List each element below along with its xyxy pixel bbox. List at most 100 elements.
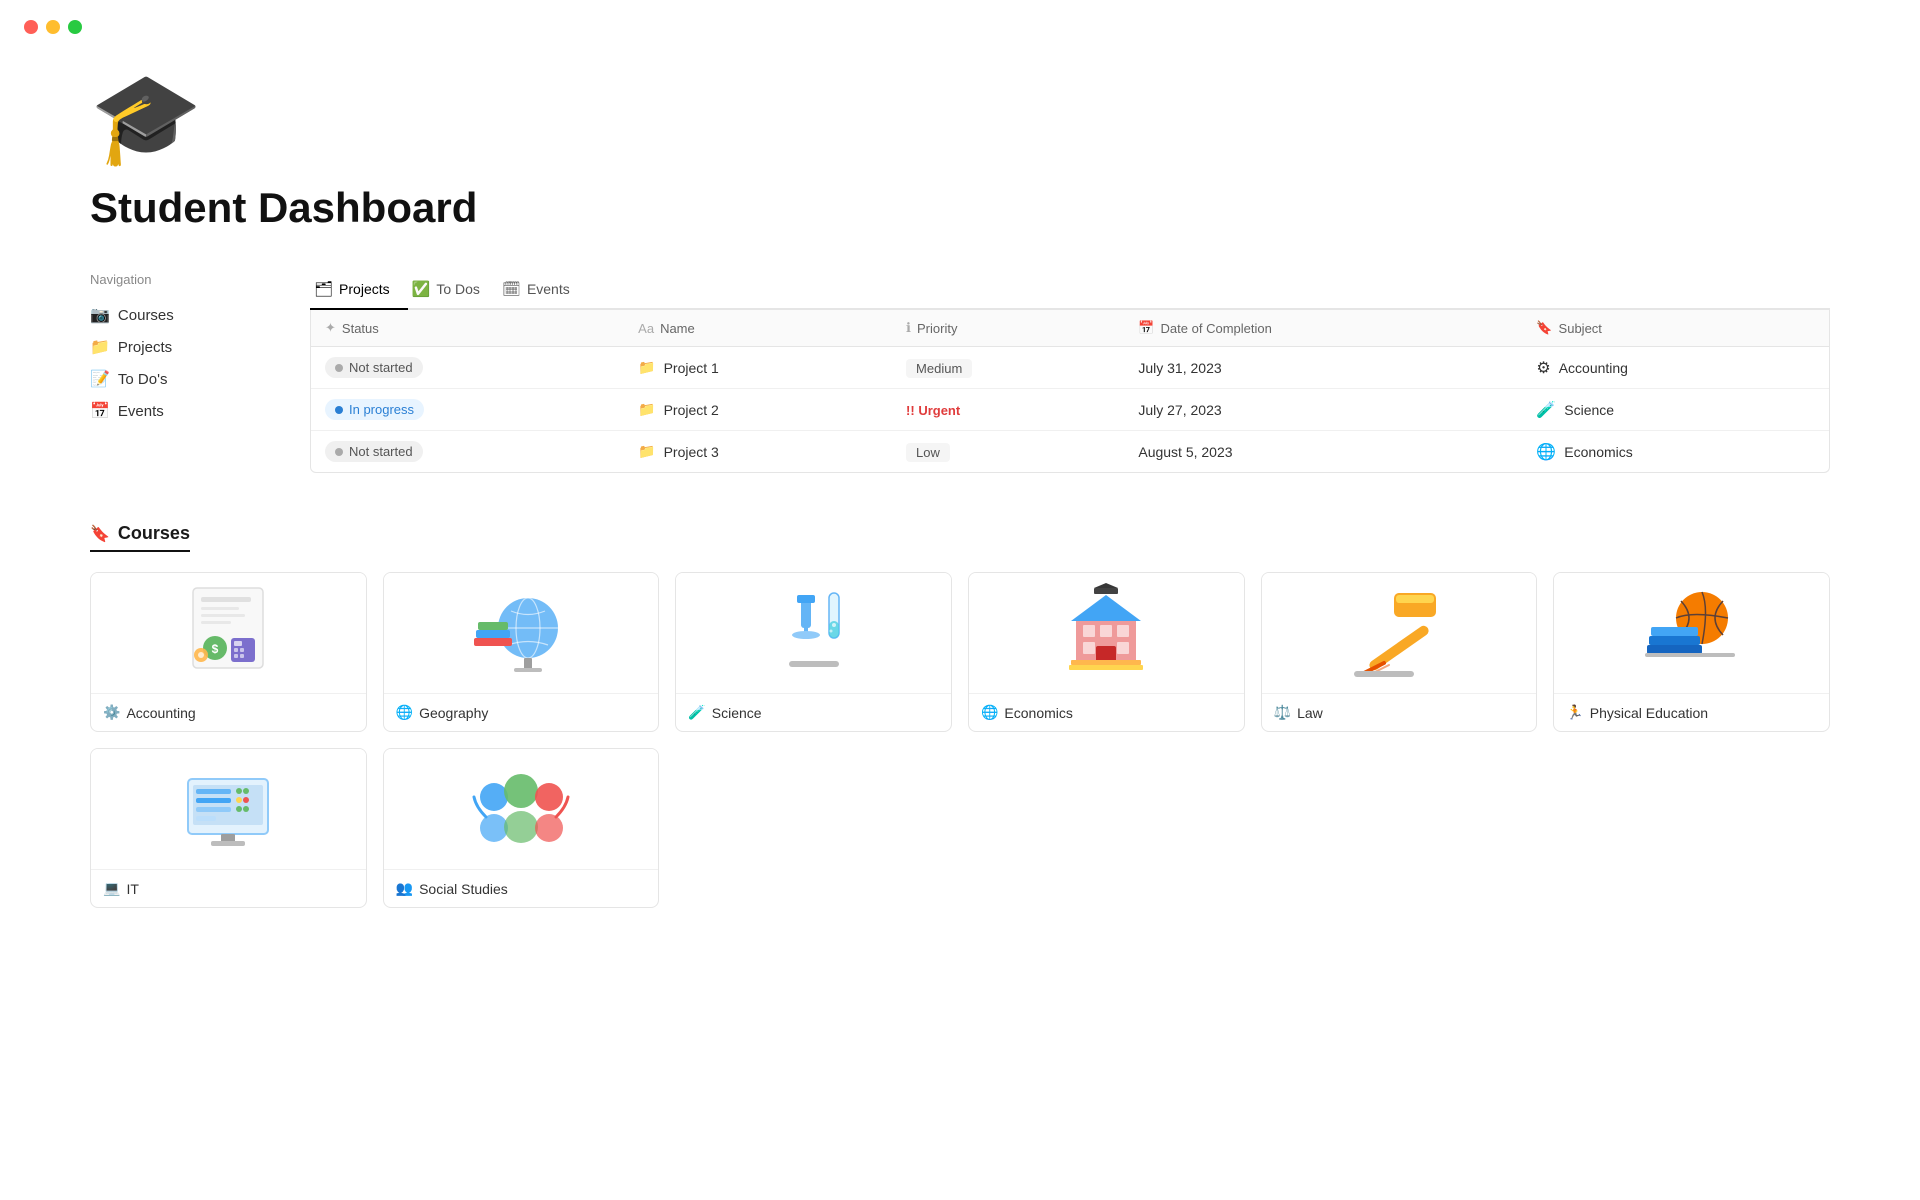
course-card-it[interactable]: 💻 IT: [90, 748, 367, 908]
course-card-science[interactable]: 🧪 Science: [675, 572, 952, 732]
subject-icon: 🧪: [1536, 400, 1556, 420]
status-col-icon: ✦: [325, 320, 336, 336]
date-cell: July 27, 2023: [1124, 389, 1522, 431]
course-card-social[interactable]: 👥 Social Studies: [383, 748, 660, 908]
name-cell: 📁 Project 2: [624, 389, 892, 431]
science-card-label: Science: [712, 705, 762, 721]
page-icon: 🎓: [90, 74, 1830, 164]
name-icon: 📁: [638, 359, 655, 376]
course-card-law[interactable]: ⚖️ Law: [1261, 572, 1538, 732]
name-icon: 📁: [638, 443, 655, 460]
law-card-icon: ⚖️: [1274, 704, 1291, 721]
priority-badge: Low: [906, 443, 950, 462]
courses-section-title: Courses: [118, 523, 190, 544]
economics-card-icon: 🌐: [981, 704, 998, 721]
table-row[interactable]: Not started 📁 Project 1 Medium July 31, 2…: [311, 347, 1829, 389]
sidebar-item-projects[interactable]: 📁 Projects: [90, 331, 250, 363]
date-cell: July 31, 2023: [1124, 347, 1522, 389]
social-card-icon: 👥: [396, 880, 413, 897]
courses-grid-row2: 💻 IT: [90, 748, 1830, 908]
tab-projects[interactable]: 🗂 Projects: [310, 272, 408, 310]
tab-todos[interactable]: ✅ To Dos: [408, 272, 498, 310]
events-icon: 📅: [90, 401, 110, 421]
table-row[interactable]: In progress 📁 Project 2 !! Urgent July 27…: [311, 389, 1829, 431]
projects-tab-label: Projects: [339, 281, 390, 297]
status-dot: [335, 364, 343, 372]
course-card-pe[interactable]: 🏃 Physical Education: [1553, 572, 1830, 732]
accounting-card-icon: ⚙️: [103, 704, 120, 721]
subject-icon: ⚙: [1536, 358, 1550, 378]
name-icon: 📁: [638, 401, 655, 418]
projects-table: ✦ Status Aa Name: [310, 310, 1830, 473]
close-button[interactable]: [24, 20, 38, 34]
priority-badge: !! Urgent: [906, 403, 960, 418]
courses-label: Courses: [118, 307, 174, 324]
project-name: Project 2: [664, 402, 719, 418]
events-label: Events: [118, 403, 164, 420]
col-priority: ℹ Priority: [892, 310, 1124, 347]
minimize-button[interactable]: [46, 20, 60, 34]
social-card-label: Social Studies: [419, 881, 508, 897]
courses-grid-row1: $ ⚙️ Accounting: [90, 572, 1830, 732]
geography-card-icon: 🌐: [396, 704, 413, 721]
courses-icon: 📷: [90, 305, 110, 325]
subject-name: Accounting: [1559, 360, 1628, 376]
course-card-economics[interactable]: 🌐 Economics: [968, 572, 1245, 732]
tab-bar: 🗂 Projects ✅ To Dos 🗓 Events: [310, 272, 1830, 310]
subject-name: Economics: [1564, 444, 1632, 460]
status-badge: In progress: [325, 399, 424, 420]
sidebar-item-events[interactable]: 📅 Events: [90, 395, 250, 427]
economics-card-label: Economics: [1004, 705, 1072, 721]
status-badge: Not started: [325, 357, 423, 378]
law-card-label: Law: [1297, 705, 1323, 721]
status-cell: Not started: [311, 347, 624, 389]
courses-section: 🔖 Courses $: [90, 523, 1830, 908]
col-status: ✦ Status: [311, 310, 624, 347]
sidebar-item-todos[interactable]: 📝 To Do's: [90, 363, 250, 395]
subject-cell: 🌐 Economics: [1522, 431, 1829, 473]
sidebar-label: Navigation: [90, 272, 250, 287]
accounting-card-label: Accounting: [126, 705, 195, 721]
status-dot: [335, 448, 343, 456]
subject-col-icon: 🔖: [1536, 320, 1552, 336]
table-row[interactable]: Not started 📁 Project 3 LowAugust 5, 202…: [311, 431, 1829, 473]
todos-tab-icon: ✅: [412, 280, 431, 298]
date-col-icon: 📅: [1138, 320, 1154, 336]
projects-label: Projects: [118, 339, 172, 356]
col-name: Aa Name: [624, 310, 892, 347]
col-subject: 🔖 Subject: [1522, 310, 1829, 347]
project-name: Project 1: [664, 360, 719, 376]
sidebar: Navigation 📷 Courses 📁 Projects 📝 To Do'…: [90, 272, 250, 473]
projects-tab-icon: 🗂: [314, 280, 333, 298]
maximize-button[interactable]: [68, 20, 82, 34]
courses-section-icon: 🔖: [90, 524, 110, 544]
events-tab-label: Events: [527, 281, 570, 297]
status-cell: Not started: [311, 431, 624, 473]
window-controls: [0, 0, 1920, 54]
priority-col-icon: ℹ: [906, 320, 911, 336]
it-card-label: IT: [126, 881, 138, 897]
status-dot: [335, 406, 343, 414]
status-badge: Not started: [325, 441, 423, 462]
subject-icon: 🌐: [1536, 442, 1556, 462]
priority-cell: Low: [892, 431, 1124, 473]
projects-icon: 📁: [90, 337, 110, 357]
name-cell: 📁 Project 3: [624, 431, 892, 473]
priority-cell: !! Urgent: [892, 389, 1124, 431]
course-card-geography[interactable]: 🌐 Geography: [383, 572, 660, 732]
tab-events[interactable]: 🗓 Events: [498, 272, 588, 310]
name-cell: 📁 Project 1: [624, 347, 892, 389]
todos-icon: 📝: [90, 369, 110, 389]
col-date: 📅 Date of Completion: [1124, 310, 1522, 347]
priority-badge: Medium: [906, 359, 972, 378]
subject-cell: 🧪 Science: [1522, 389, 1829, 431]
project-name: Project 3: [664, 444, 719, 460]
sidebar-item-courses[interactable]: 📷 Courses: [90, 299, 250, 331]
main-area: 🗂 Projects ✅ To Dos 🗓 Events: [310, 272, 1830, 473]
todos-label: To Do's: [118, 371, 168, 388]
events-tab-icon: 🗓: [502, 280, 521, 298]
subject-name: Science: [1564, 402, 1614, 418]
course-card-accounting[interactable]: $ ⚙️ Accounting: [90, 572, 367, 732]
subject-cell: ⚙ Accounting: [1522, 347, 1829, 389]
svg-text:$: $: [212, 642, 219, 656]
